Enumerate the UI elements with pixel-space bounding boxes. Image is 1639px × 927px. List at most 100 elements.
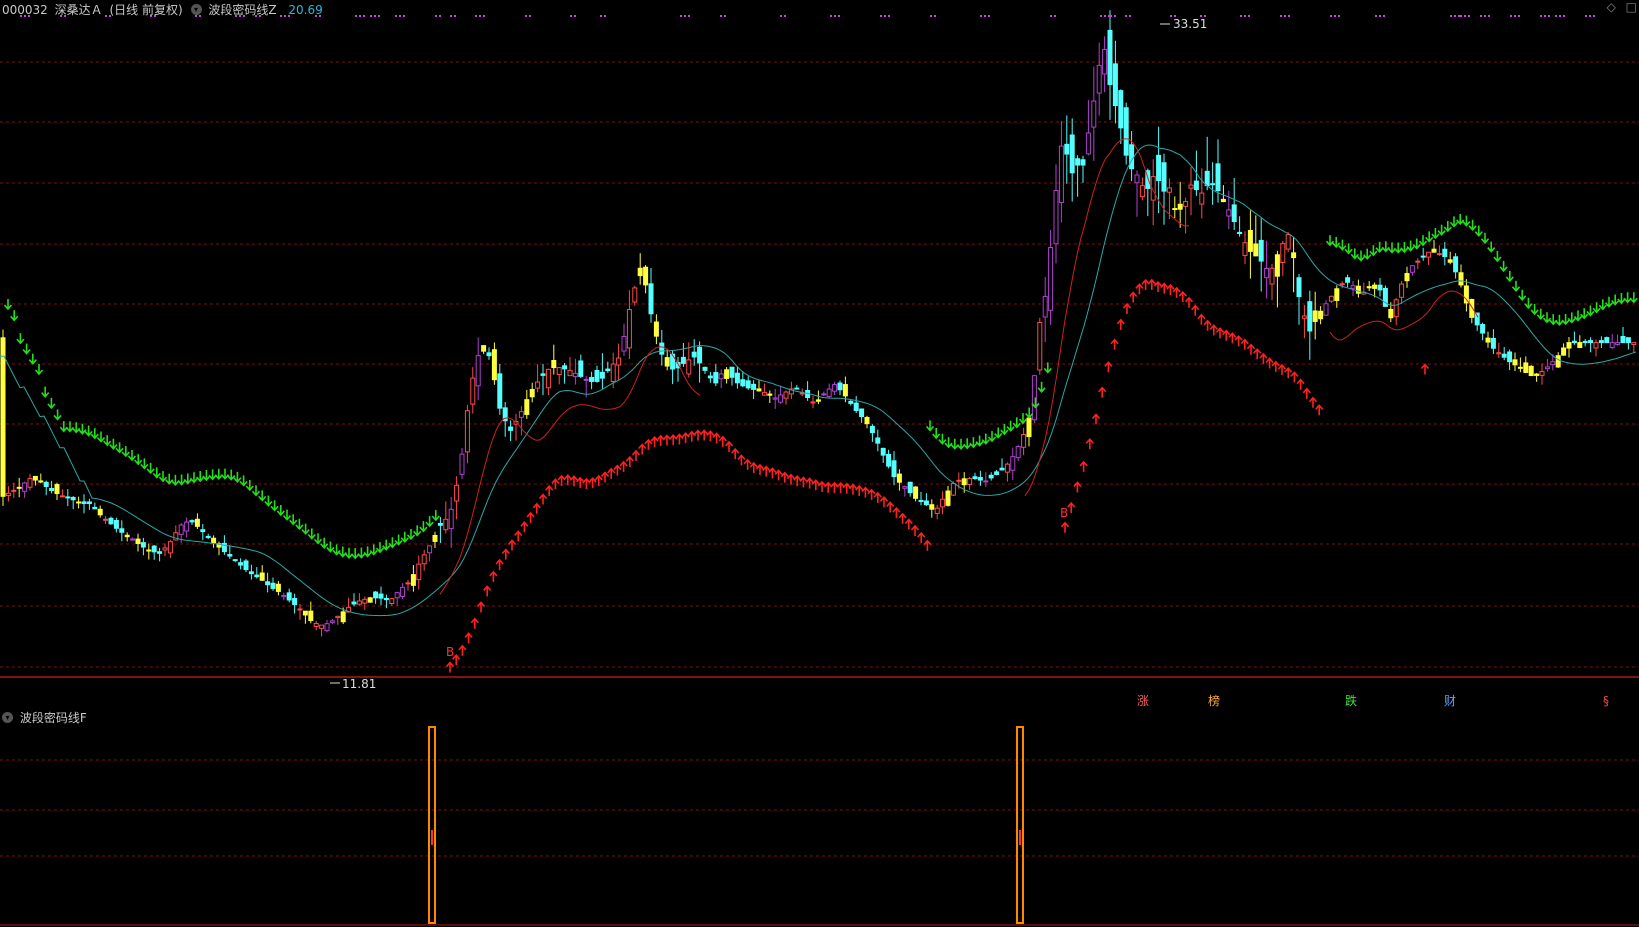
candle-body	[1534, 373, 1540, 376]
candle-body	[562, 365, 568, 370]
marker-dot	[1334, 15, 1336, 17]
diamond-icon[interactable]: ◇	[1607, 0, 1616, 14]
candle-body	[837, 382, 843, 391]
candle-body	[616, 357, 622, 366]
candle-body	[389, 598, 395, 604]
candle-body	[76, 501, 82, 504]
marker-dot	[720, 15, 722, 17]
collapse-icon[interactable]: ▾	[2, 712, 13, 723]
candle-body	[491, 349, 497, 381]
marker-dot	[399, 15, 401, 17]
candle-body	[1404, 273, 1410, 282]
candle-body	[1037, 321, 1043, 371]
marker-dot	[838, 15, 840, 17]
candle-body	[497, 373, 503, 409]
marker-dot	[1170, 15, 1172, 17]
sub-indicator-name[interactable]: 波段密码线F	[20, 709, 87, 726]
marker-dot	[1100, 15, 1102, 17]
candle-body	[0, 337, 6, 497]
candle-body	[297, 608, 303, 611]
candle-body	[821, 393, 827, 396]
event-tag-finance[interactable]: 财	[1444, 694, 1456, 708]
marker-dot	[1248, 15, 1250, 17]
collapse-icon[interactable]: ▾	[190, 4, 202, 15]
marker-dot	[1593, 15, 1595, 17]
event-tag-fall[interactable]: 跌	[1345, 693, 1357, 708]
candle-body	[486, 352, 492, 357]
candle-body	[1112, 63, 1118, 107]
candle-body	[1177, 203, 1183, 210]
candle-body	[59, 495, 65, 498]
candle-body	[535, 381, 541, 389]
candle-body	[1102, 48, 1108, 75]
candle-body	[875, 437, 881, 444]
period-label[interactable]: (日线 前复权)	[109, 1, 182, 18]
candle-body	[92, 506, 98, 510]
marker-dot	[1050, 15, 1052, 17]
candle-body	[1577, 342, 1583, 349]
event-tag-rise[interactable]: 涨	[1137, 693, 1149, 708]
candle-body	[751, 383, 757, 390]
candle-body	[189, 520, 195, 523]
candle-body	[400, 586, 406, 597]
candle-body	[1312, 310, 1318, 322]
marker-dot	[1468, 15, 1470, 17]
candle-body	[302, 610, 308, 616]
event-tag-other[interactable]: §	[1603, 694, 1609, 708]
candle-body	[292, 598, 298, 605]
indicator-name[interactable]: 波段密码线Z	[208, 1, 276, 18]
candle-body	[637, 267, 643, 277]
marker-dot	[439, 15, 441, 17]
candle-body	[135, 538, 141, 544]
candle-body	[81, 501, 87, 505]
candle-body	[1372, 284, 1378, 289]
candle-body	[1631, 342, 1637, 346]
pin-icon[interactable]: □	[1626, 0, 1637, 14]
candle-body	[265, 581, 271, 586]
candle-body	[756, 388, 762, 392]
candle-body	[815, 399, 821, 402]
candle-body	[994, 471, 1000, 475]
candle-body	[232, 559, 238, 562]
candle-body	[1501, 353, 1507, 358]
kline-chart[interactable]: 33.51 11.81 B B 涨 榜 跌 财 §	[0, 0, 1639, 927]
stock-name[interactable]: 深桑达Ａ	[55, 1, 103, 18]
candle-body	[319, 624, 325, 629]
candle-body	[783, 391, 789, 399]
candle-body	[373, 591, 379, 599]
candle-body	[1269, 267, 1275, 285]
candle-body	[329, 620, 335, 623]
candle-body	[956, 479, 962, 482]
candle-body	[1015, 445, 1021, 459]
candle-body	[103, 518, 109, 521]
candle-body	[610, 363, 616, 382]
candle-body	[416, 563, 422, 581]
candle-body	[5, 492, 11, 497]
candle-body	[729, 366, 735, 378]
candle-body	[950, 483, 956, 496]
marker-dot	[483, 15, 485, 17]
candle-body	[1280, 243, 1286, 263]
candle-body	[1048, 247, 1054, 311]
candle-body	[1258, 239, 1264, 262]
candle-body	[1172, 208, 1178, 211]
event-tag-list[interactable]: 榜	[1208, 693, 1220, 708]
candle-body	[853, 402, 859, 412]
candle-body	[1058, 145, 1064, 204]
marker-dot	[1110, 15, 1112, 17]
marker-dot	[1518, 15, 1520, 17]
marker-dot	[684, 15, 686, 17]
candle-body	[1620, 335, 1626, 344]
marker-dot	[1288, 15, 1290, 17]
candle-body	[832, 384, 838, 392]
candle-body	[632, 287, 638, 303]
marker-dot	[525, 15, 527, 17]
candle-body	[599, 371, 605, 379]
candle-body	[1080, 159, 1086, 166]
candle-body	[157, 551, 163, 554]
candle-body	[1366, 286, 1372, 289]
stock-code[interactable]: 000032	[2, 3, 48, 17]
candle-body	[1571, 340, 1577, 344]
candle-body	[626, 309, 632, 349]
candle-body	[162, 547, 168, 551]
